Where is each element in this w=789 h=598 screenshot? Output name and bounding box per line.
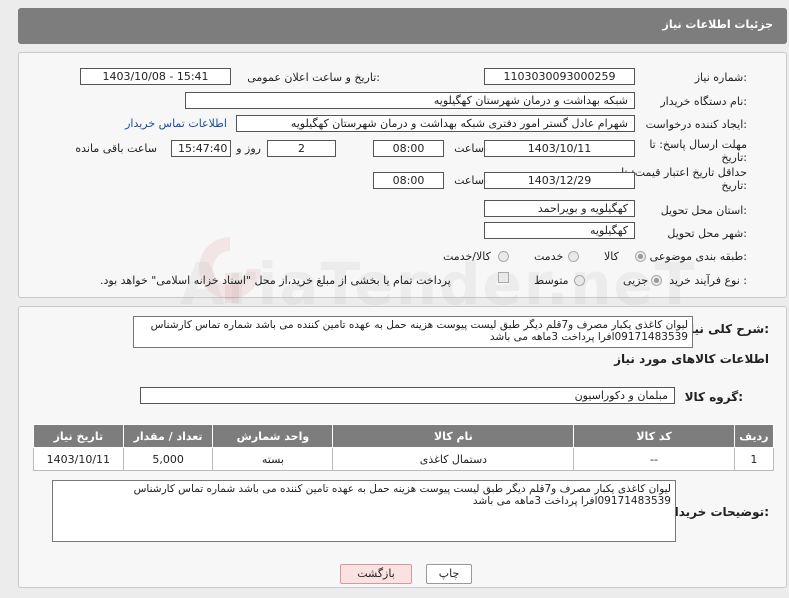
- cell-need-date: 1403/10/11: [33, 447, 124, 471]
- goods-group-label: گروه کالا:: [684, 390, 743, 404]
- goods-table-header: تاریخ نیاز تعداد / مقدار واحد شمارش نام …: [33, 424, 775, 448]
- category-service-label: خدمت: [534, 250, 564, 263]
- cell-goods-name: دستمال کاغذی: [332, 447, 575, 471]
- cell-quantity: 5,000: [122, 447, 214, 471]
- print-button[interactable]: چاپ: [426, 564, 472, 584]
- col-need-date: تاریخ نیاز: [33, 424, 124, 448]
- goods-group-field: مبلمان و دکوراسیون: [140, 387, 675, 404]
- process-minor-radio[interactable]: [651, 275, 662, 286]
- buyer-contact-link[interactable]: اطلاعات تماس خریدار: [125, 117, 227, 130]
- cell-unit: بسته: [212, 447, 334, 471]
- col-goods-code: کد کالا: [573, 424, 735, 448]
- city-label: شهر محل تحویل:: [667, 227, 747, 240]
- remaining-time-label: ساعت باقی مانده: [75, 142, 157, 155]
- reply-time-label: ساعت: [454, 142, 484, 155]
- category-goods-service-radio[interactable]: [498, 251, 509, 262]
- goods-section-title: اطلاعات کالاهای مورد نیاز: [614, 352, 769, 366]
- col-goods-name: نام کالا: [332, 424, 575, 448]
- category-goods-label: کالا: [604, 250, 619, 263]
- table-row[interactable]: 1403/10/11 5,000 بسته دستمال کاغذی -- 1: [33, 447, 775, 471]
- category-service-radio[interactable]: [568, 251, 579, 262]
- remaining-time-field: 15:47:40: [171, 140, 231, 157]
- treasury-payment-checkbox[interactable]: [498, 272, 509, 283]
- remaining-days-label: روز و: [236, 142, 261, 155]
- col-unit: واحد شمارش: [212, 424, 334, 448]
- page-title: جزئیات اطلاعات نیاز: [662, 18, 774, 31]
- process-medium-label: متوسط: [534, 274, 569, 287]
- buyer-notes-label: توضیحات خریدار:: [667, 505, 769, 519]
- treasury-payment-note: پرداخت تمام یا بخشی از مبلغ خرید،از محل …: [100, 274, 451, 287]
- page-header: جزئیات اطلاعات نیاز: [18, 8, 787, 44]
- buyer-notes-textarea[interactable]: لیوان کاغذی یکبار مصرف و7قلم دیگر طبق لی…: [52, 480, 676, 542]
- reply-date-field: 1403/10/11: [484, 140, 635, 157]
- price-time-label: ساعت: [454, 174, 484, 187]
- price-validity-date-field: 1403/12/29: [484, 172, 635, 189]
- announce-label: تاریخ و ساعت اعلان عمومی:: [247, 71, 380, 84]
- reply-deadline-label: مهلت ارسال پاسخ: تا تاریخ:: [649, 138, 747, 164]
- province-label: استان محل تحویل:: [660, 204, 747, 217]
- cell-row: 1: [733, 447, 775, 471]
- category-label: طبقه بندی موضوعی:: [649, 250, 747, 263]
- remaining-days-field: 2: [267, 140, 336, 157]
- category-goods-service-label: کالا/خدمت: [443, 250, 491, 263]
- province-field: کهگیلویه و بویراحمد: [484, 200, 635, 217]
- category-goods-radio[interactable]: [635, 251, 646, 262]
- col-row: ردیف: [733, 424, 775, 448]
- price-time-field: 08:00: [373, 172, 444, 189]
- need-number-label: شماره نیاز:: [694, 71, 747, 84]
- reply-time-field: 08:00: [373, 140, 444, 157]
- process-minor-label: جزیی: [623, 274, 649, 287]
- process-medium-radio[interactable]: [574, 275, 585, 286]
- announce-datetime-field: 1403/10/08 - 15:41: [80, 68, 231, 85]
- col-quantity: تعداد / مقدار: [122, 424, 214, 448]
- requester-label: ایجاد کننده درخواست:: [645, 118, 747, 131]
- buyer-org-field: شبکه بهداشت و درمان شهرستان کهگیلویه: [185, 92, 635, 109]
- requester-field: شهرام عادل گستر امور دفتری شبکه بهداشت و…: [236, 115, 635, 132]
- process-type-label: نوع فرآیند خرید :: [669, 274, 747, 287]
- city-field: کهگیلویه: [484, 222, 635, 239]
- description-textarea[interactable]: لیوان کاغذی یکبار مصرف و7قلم دیگر طبق لی…: [133, 316, 693, 348]
- description-label: شرح کلی نیاز:: [683, 322, 769, 336]
- need-number-field: 1103030093000259: [484, 68, 635, 85]
- goods-table: تاریخ نیاز تعداد / مقدار واحد شمارش نام …: [33, 424, 775, 471]
- cell-goods-code: --: [573, 447, 735, 471]
- buyer-org-label: نام دستگاه خریدار:: [660, 95, 747, 108]
- back-button[interactable]: بازگشت: [340, 564, 412, 584]
